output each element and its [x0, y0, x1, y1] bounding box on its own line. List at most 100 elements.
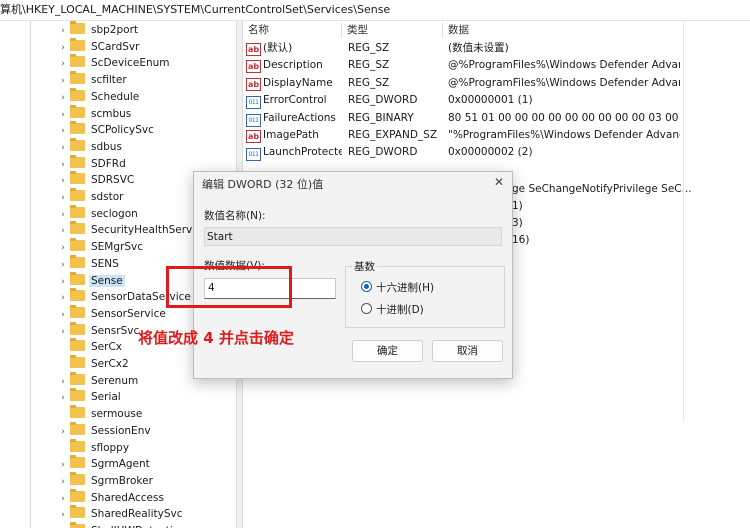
tree-item-label: SDRSVC	[91, 174, 135, 187]
chevron-right-icon[interactable]: ›	[58, 424, 68, 440]
chevron-right-icon[interactable]: ›	[58, 173, 68, 189]
chevron-right-icon[interactable]: ›	[58, 40, 68, 56]
chevron-right-icon[interactable]: ›	[58, 474, 68, 490]
column-divider[interactable]	[442, 23, 443, 38]
tree-item[interactable]: › SessionEnv	[58, 421, 153, 440]
tree-item[interactable]: › Serenum	[58, 371, 140, 390]
chevron-right-icon[interactable]: ›	[58, 307, 68, 323]
column-divider[interactable]	[341, 23, 342, 38]
binary-value-icon: 011	[246, 148, 261, 162]
chevron-right-icon[interactable]: ›	[58, 324, 68, 340]
tree-item[interactable]: › SgrmAgent	[58, 455, 152, 473]
chevron-right-icon[interactable]: ›	[58, 223, 68, 239]
list-row[interactable]: ab (默认) REG_SZ (数值未设置)	[242, 40, 682, 57]
chevron-right-icon[interactable]: ›	[58, 90, 68, 106]
ok-button[interactable]: 确定	[352, 340, 423, 362]
value-name-cell: 011LaunchProtected	[246, 144, 342, 162]
chevron-right-icon[interactable]: ›	[58, 23, 68, 39]
column-header-data[interactable]: 数据	[448, 21, 469, 40]
tree-item[interactable]: › SgrmBroker	[58, 471, 155, 490]
chevron-right-icon[interactable]: ›	[58, 56, 68, 72]
folder-icon	[70, 21, 85, 34]
chevron-right-icon[interactable]: ›	[58, 107, 68, 123]
tree-item[interactable]: › SCardSvr	[58, 37, 141, 56]
tree-item[interactable]: › SENS	[58, 254, 121, 273]
tree-item[interactable]: › SEMgrSvc	[58, 238, 145, 256]
tree-item[interactable]: › scfilter	[58, 71, 129, 89]
value-data-cell: 80 51 01 00 00 00 00 00 00 00 00 00 03 0…	[448, 111, 680, 124]
tree-item[interactable]: › SCPolicySvc	[58, 121, 156, 139]
tree-item-label: SessionEnv	[91, 424, 151, 437]
folder-icon	[70, 104, 85, 118]
tree-item[interactable]: › ScDeviceEnum	[58, 54, 172, 72]
chevron-right-icon[interactable]: ›	[58, 274, 68, 290]
tree-item[interactable]: sfloppy	[58, 438, 131, 456]
tree-item[interactable]: SerCx	[58, 338, 124, 355]
column-header-name[interactable]: 名称	[248, 21, 269, 40]
chevron-right-icon[interactable]: ›	[58, 390, 68, 406]
chevron-right-icon[interactable]: ›	[58, 491, 68, 507]
chevron-right-icon[interactable]: ›	[58, 257, 68, 273]
tree-item[interactable]: › SharedRealitySvc	[58, 505, 185, 523]
list-row[interactable]: 011 FailureActions REG_BINARY 80 51 01 00 0…	[242, 110, 682, 127]
chevron-right-icon[interactable]: ›	[58, 207, 68, 223]
chevron-right-icon[interactable]: ›	[58, 190, 68, 206]
chevron-right-icon[interactable]: ›	[58, 157, 68, 173]
tree-item-label: SgrmBroker	[91, 474, 153, 487]
tree-item[interactable]: › SecurityHealthService	[58, 221, 209, 239]
folder-icon	[70, 271, 85, 285]
folder-icon	[70, 304, 85, 318]
tree-item[interactable]: › SDFRd	[58, 154, 128, 173]
tree-item[interactable]: › Schedule	[58, 87, 141, 106]
folder-icon	[70, 221, 85, 235]
chevron-right-icon[interactable]: ›	[58, 140, 68, 156]
chevron-right-icon[interactable]: ›	[58, 290, 68, 306]
binary-value-icon: 011	[246, 96, 261, 110]
tree-item-label: SecurityHealthService	[91, 224, 208, 237]
folder-icon	[70, 438, 85, 452]
value-name: Description	[263, 59, 323, 72]
list-row[interactable]: ab DisplayName REG_SZ @%ProgramFiles%\Windo…	[242, 75, 682, 92]
address-bar[interactable]: 算机\HKEY_LOCAL_MACHINE\SYSTEM\CurrentCont…	[0, 0, 750, 21]
tree-item[interactable]: › SDRSVC	[58, 171, 136, 189]
tree-item[interactable]: › scmbus	[58, 104, 133, 123]
tree-item[interactable]: › SharedAccess	[58, 488, 166, 507]
tree-item[interactable]: sermouse	[58, 405, 144, 422]
list-row[interactable]: ab Description REG_SZ @%ProgramFiles%\Windo…	[242, 57, 682, 74]
chevron-right-icon[interactable]: ›	[58, 123, 68, 139]
tree-item[interactable]: › sbp2port	[58, 21, 140, 39]
chevron-right-icon[interactable]: ›	[58, 524, 68, 528]
list-row[interactable]: 011 ErrorControl REG_DWORD 0x00000001 (1)	[242, 92, 682, 110]
tree-item[interactable]: SerCx2	[58, 355, 131, 372]
tree-item[interactable]: › sdbus	[58, 137, 124, 156]
folder-icon	[70, 171, 85, 185]
radio-decimal[interactable]: 十进制(D)	[361, 303, 581, 317]
tree-guide-line	[30, 21, 31, 528]
list-row[interactable]: 011LaunchProtected REG_DWORD 0x00000002 (2…	[242, 144, 682, 162]
tree-item[interactable]: › seclogon	[58, 204, 140, 223]
folder-icon	[70, 388, 85, 402]
tree-item-label: SCardSvr	[91, 40, 140, 53]
tree-item[interactable]: › sdstor	[58, 188, 125, 206]
radio-hexadecimal[interactable]: 十六进制(H)	[361, 281, 581, 295]
column-header-type[interactable]: 类型	[347, 21, 368, 40]
tree-item[interactable]: › Serial	[58, 388, 123, 406]
tree-item[interactable]: › Sense	[58, 271, 125, 290]
chevron-right-icon[interactable]: ›	[58, 240, 68, 256]
value-type-cell: REG_SZ	[348, 76, 390, 89]
tree-item[interactable]: › SensrSvc	[58, 321, 141, 340]
folder-icon	[70, 455, 85, 469]
folder-icon	[70, 338, 85, 352]
value-type-cell: REG_SZ	[348, 59, 390, 72]
cancel-button[interactable]: 取消	[432, 340, 503, 362]
chevron-right-icon[interactable]: ›	[58, 374, 68, 390]
tree-item-label: sfloppy	[91, 441, 130, 454]
chevron-right-icon[interactable]: ›	[58, 507, 68, 523]
tree-item[interactable]: ›ShellHWDetection	[58, 522, 188, 528]
tree-item[interactable]: › SensorService	[58, 304, 168, 323]
list-row[interactable]: ab ImagePath REG_EXPAND_SZ "%ProgramFiles%\…	[242, 127, 682, 144]
folder-icon	[70, 405, 85, 419]
chevron-right-icon[interactable]: ›	[58, 73, 68, 89]
chevron-right-icon[interactable]: ›	[58, 457, 68, 473]
close-icon[interactable]: ✕	[494, 175, 504, 189]
